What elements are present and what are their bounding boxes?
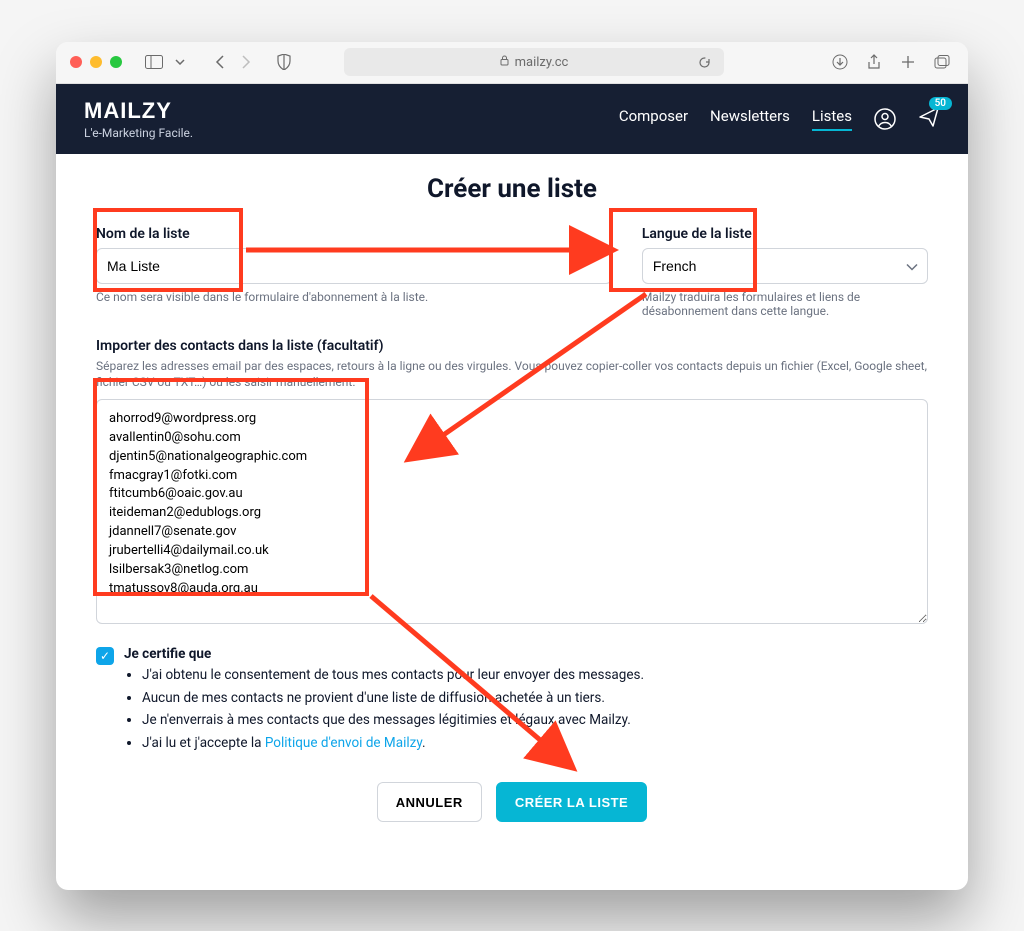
list-lang-select[interactable]: [642, 248, 928, 284]
app-header: MAILZY L'e-Marketing Facile. Composer Ne…: [56, 84, 968, 154]
sidebar-toggle-icon[interactable]: [142, 50, 166, 74]
consent-checkbox[interactable]: ✓: [96, 647, 114, 665]
policy-link[interactable]: Politique d'envoi de Mailzy: [265, 735, 422, 751]
brand[interactable]: MAILZY L'e-Marketing Facile.: [84, 98, 193, 140]
consent-item: Aucun de mes contacts ne provient d'une …: [142, 689, 644, 709]
browser-window: mailzy.cc MAILZY L'e-Marketing Facile.: [56, 42, 968, 890]
url-text: mailzy.cc: [515, 55, 569, 70]
consent-item: J'ai obtenu le consentement de tous mes …: [142, 666, 644, 686]
send-icon[interactable]: 50: [918, 106, 940, 132]
forward-button[interactable]: [234, 50, 258, 74]
nav-listes[interactable]: Listes: [812, 107, 852, 131]
share-icon[interactable]: [862, 50, 886, 74]
window-controls: [70, 56, 122, 68]
chevron-down-icon[interactable]: [168, 50, 192, 74]
nav-composer[interactable]: Composer: [619, 107, 688, 131]
new-tab-icon[interactable]: [896, 50, 920, 74]
url-bar[interactable]: mailzy.cc: [344, 48, 724, 76]
brand-tagline: L'e-Marketing Facile.: [84, 126, 193, 140]
close-window-button[interactable]: [70, 56, 82, 68]
consent-item: J'ai lu et j'accepte la Politique d'envo…: [142, 734, 644, 754]
consent-list: J'ai obtenu le consentement de tous mes …: [124, 666, 644, 753]
download-icon[interactable]: [828, 50, 852, 74]
list-name-label: Nom de la liste: [96, 226, 612, 242]
import-help: Séparez les adresses email par des espac…: [96, 358, 928, 392]
consent-title: Je certifie que: [124, 646, 644, 662]
main-nav: Composer Newsletters Listes 50: [619, 106, 940, 132]
consent-item: Je n'enverrais à mes contacts que des me…: [142, 711, 644, 731]
back-button[interactable]: [208, 50, 232, 74]
page-content: Créer une liste Nom de la liste Ce nom s…: [56, 154, 968, 890]
titlebar: mailzy.cc: [56, 42, 968, 84]
import-label: Importer des contacts dans la liste (fac…: [96, 338, 928, 354]
create-list-button[interactable]: CRÉER LA LISTE: [496, 782, 647, 822]
minimize-window-button[interactable]: [90, 56, 102, 68]
list-lang-help: Mailzy traduira les formulaires et liens…: [642, 290, 928, 318]
reload-icon[interactable]: [692, 50, 716, 74]
tabs-overview-icon[interactable]: [930, 50, 954, 74]
brand-name: MAILZY: [84, 98, 193, 124]
page-title: Créer une liste: [96, 174, 928, 204]
account-icon[interactable]: [874, 108, 896, 130]
lock-icon: [500, 55, 509, 69]
maximize-window-button[interactable]: [110, 56, 122, 68]
shield-icon[interactable]: [272, 50, 296, 74]
list-lang-label: Langue de la liste: [642, 226, 928, 242]
import-textarea[interactable]: [96, 399, 928, 624]
nav-newsletters[interactable]: Newsletters: [710, 107, 790, 131]
cancel-button[interactable]: ANNULER: [377, 782, 482, 822]
send-badge: 50: [929, 97, 952, 110]
list-name-help: Ce nom sera visible dans le formulaire d…: [96, 290, 612, 304]
list-name-input[interactable]: [96, 248, 612, 284]
